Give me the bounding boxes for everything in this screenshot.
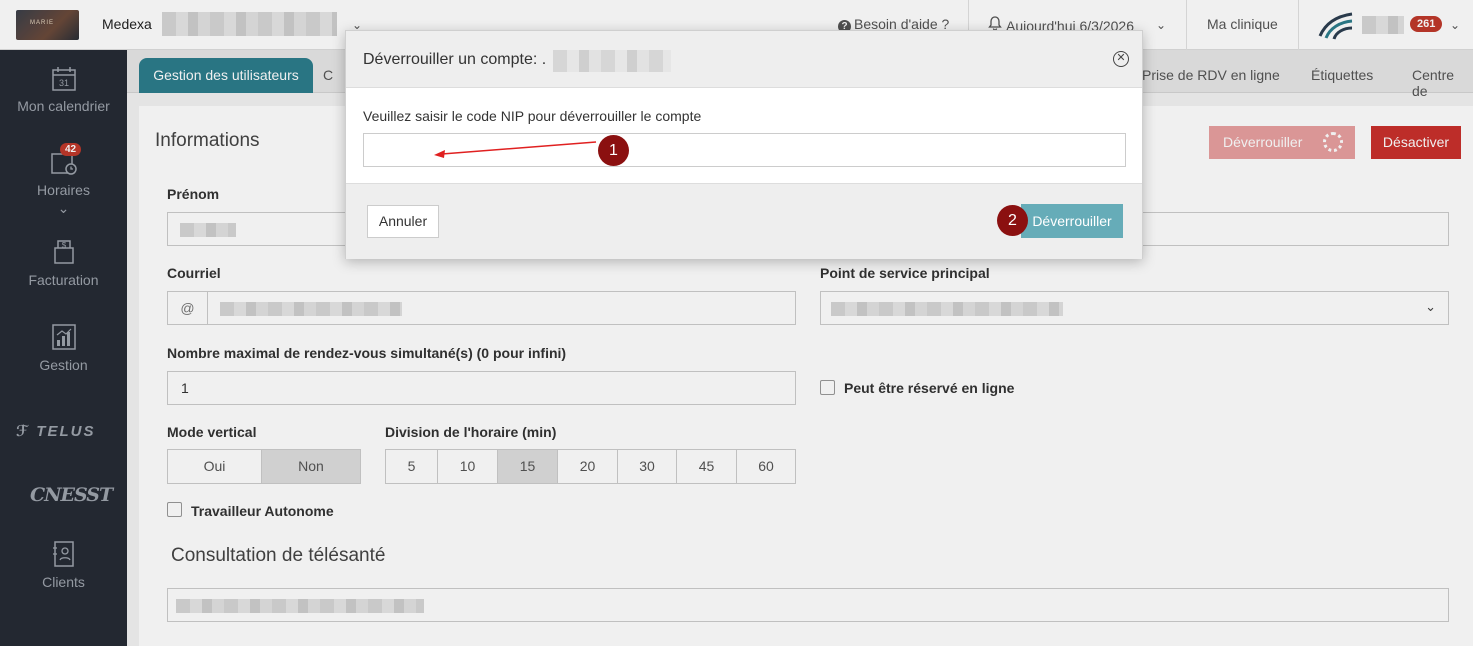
confirm-unlock-button[interactable]: Déverrouiller <box>1021 204 1123 238</box>
annotation-marker-2: 2 <box>997 205 1028 236</box>
cancel-button[interactable]: Annuler <box>367 205 439 238</box>
dialog-header: Déverrouiller un compte: . ✕ <box>346 31 1142 88</box>
dialog-title: Déverrouiller un compte: . <box>363 51 547 68</box>
pin-prompt-label: Veuillez saisir le code NIP pour déverro… <box>363 108 702 124</box>
annotation-marker-1: 1 <box>598 135 629 166</box>
pin-input[interactable] <box>363 133 1126 167</box>
close-icon[interactable]: ✕ <box>1113 51 1129 67</box>
account-name-redacted <box>553 50 671 72</box>
